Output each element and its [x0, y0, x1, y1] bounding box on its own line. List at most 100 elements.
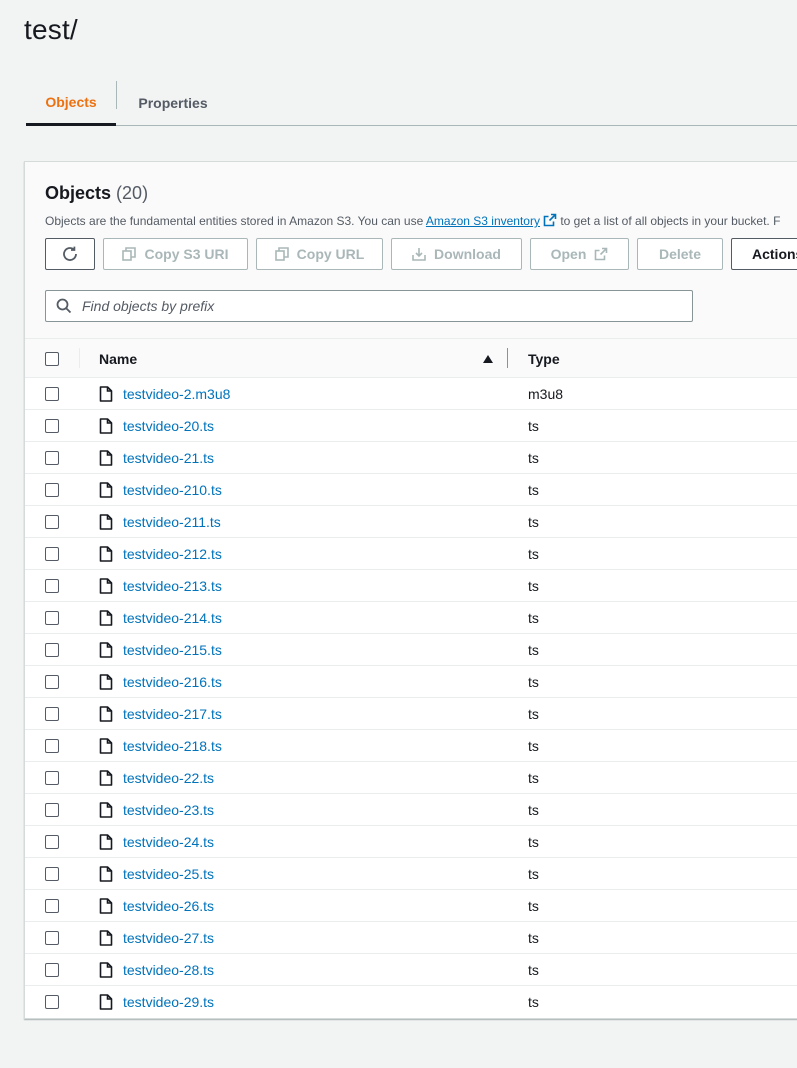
table-row[interactable]: testvideo-217.ts ts	[25, 698, 797, 730]
open-button[interactable]: Open	[530, 238, 629, 270]
object-type: ts	[528, 706, 539, 722]
row-checkbox[interactable]	[45, 899, 59, 913]
file-icon	[99, 994, 113, 1010]
object-name-link[interactable]: testvideo-211.ts	[123, 506, 221, 538]
column-divider	[79, 348, 80, 368]
row-checkbox[interactable]	[45, 739, 59, 753]
object-name-link[interactable]: testvideo-27.ts	[123, 922, 214, 954]
row-checkbox[interactable]	[45, 451, 59, 465]
object-name-link[interactable]: testvideo-21.ts	[123, 442, 214, 474]
object-type: ts	[528, 482, 539, 498]
object-name-link[interactable]: testvideo-2.m3u8	[123, 378, 230, 410]
object-name-link[interactable]: testvideo-26.ts	[123, 890, 214, 922]
select-all-cell	[45, 339, 59, 378]
row-checkbox[interactable]	[45, 867, 59, 881]
object-name-link[interactable]: testvideo-22.ts	[123, 762, 214, 794]
search-input[interactable]	[82, 292, 682, 320]
external-link-icon	[543, 213, 557, 227]
delete-button[interactable]: Delete	[637, 238, 723, 270]
table-row[interactable]: testvideo-2.m3u8 m3u8	[25, 378, 797, 410]
row-checkbox[interactable]	[45, 835, 59, 849]
file-icon	[99, 418, 113, 434]
copy-s3-uri-label: Copy S3 URI	[144, 246, 229, 262]
table-row[interactable]: testvideo-28.ts ts	[25, 954, 797, 986]
row-checkbox[interactable]	[45, 515, 59, 529]
tab-properties[interactable]: Properties	[118, 80, 228, 125]
row-checkbox[interactable]	[45, 419, 59, 433]
object-type: ts	[528, 450, 539, 466]
table-row[interactable]: testvideo-27.ts ts	[25, 922, 797, 954]
download-button[interactable]: Download	[391, 238, 522, 270]
s3-inventory-link[interactable]: Amazon S3 inventory	[426, 214, 540, 228]
object-name-link[interactable]: testvideo-217.ts	[123, 698, 222, 730]
table-row[interactable]: testvideo-218.ts ts	[25, 730, 797, 762]
object-name-link[interactable]: testvideo-28.ts	[123, 954, 214, 986]
row-checkbox[interactable]	[45, 483, 59, 497]
object-name-link[interactable]: testvideo-24.ts	[123, 826, 214, 858]
row-checkbox[interactable]	[45, 771, 59, 785]
objects-panel: Objects (20) Objects are the fundamental…	[24, 161, 797, 1019]
actions-button[interactable]: Actions	[731, 238, 797, 270]
row-checkbox[interactable]	[45, 547, 59, 561]
object-name-link[interactable]: testvideo-20.ts	[123, 410, 214, 442]
column-header-name[interactable]: Name	[99, 339, 137, 378]
file-icon	[99, 770, 113, 786]
column-header-type[interactable]: Type	[528, 339, 560, 378]
table-row[interactable]: testvideo-25.ts ts	[25, 858, 797, 890]
row-checkbox[interactable]	[45, 803, 59, 817]
object-type: ts	[528, 866, 539, 882]
table-row[interactable]: testvideo-213.ts ts	[25, 570, 797, 602]
table-row[interactable]: testvideo-210.ts ts	[25, 474, 797, 506]
sort-ascending-icon[interactable]	[482, 339, 494, 378]
table-row[interactable]: testvideo-29.ts ts	[25, 986, 797, 1018]
row-checkbox[interactable]	[45, 707, 59, 721]
row-checkbox[interactable]	[45, 579, 59, 593]
object-name-link[interactable]: testvideo-25.ts	[123, 858, 214, 890]
object-type: ts	[528, 898, 539, 914]
object-name-link[interactable]: testvideo-213.ts	[123, 570, 222, 602]
object-name-link[interactable]: testvideo-214.ts	[123, 602, 222, 634]
table-row[interactable]: testvideo-20.ts ts	[25, 410, 797, 442]
object-type: ts	[528, 578, 539, 594]
row-checkbox[interactable]	[45, 675, 59, 689]
object-name-link[interactable]: testvideo-218.ts	[123, 730, 222, 762]
copy-url-label: Copy URL	[296, 246, 365, 262]
table-row[interactable]: testvideo-24.ts ts	[25, 826, 797, 858]
row-checkbox[interactable]	[45, 643, 59, 657]
tab-objects[interactable]: Objects	[26, 80, 116, 126]
copy-url-button[interactable]: Copy URL	[256, 238, 383, 270]
object-name-link[interactable]: testvideo-29.ts	[123, 986, 214, 1018]
select-all-checkbox[interactable]	[45, 351, 59, 366]
file-icon	[99, 738, 113, 754]
row-checkbox[interactable]	[45, 387, 59, 401]
table-body: testvideo-2.m3u8 m3u8 testvideo-20.ts ts tes…	[25, 378, 797, 1018]
row-checkbox[interactable]	[45, 611, 59, 625]
object-name-link[interactable]: testvideo-210.ts	[123, 474, 222, 506]
table-row[interactable]: testvideo-214.ts ts	[25, 602, 797, 634]
object-name-link[interactable]: testvideo-215.ts	[123, 634, 222, 666]
file-icon	[99, 546, 113, 562]
object-name-link[interactable]: testvideo-23.ts	[123, 794, 214, 826]
table-row[interactable]: testvideo-23.ts ts	[25, 794, 797, 826]
row-checkbox[interactable]	[45, 931, 59, 945]
table-row[interactable]: testvideo-21.ts ts	[25, 442, 797, 474]
row-checkbox[interactable]	[45, 995, 59, 1009]
file-icon	[99, 706, 113, 722]
object-name-link[interactable]: testvideo-216.ts	[123, 666, 222, 698]
page-title: test/	[24, 14, 78, 45]
column-resize-handle[interactable]	[507, 348, 508, 368]
table-row[interactable]: testvideo-215.ts ts	[25, 634, 797, 666]
file-icon	[99, 962, 113, 978]
refresh-button[interactable]	[45, 238, 95, 270]
object-name-link[interactable]: testvideo-212.ts	[123, 538, 222, 570]
row-checkbox[interactable]	[45, 963, 59, 977]
table-row[interactable]: testvideo-216.ts ts	[25, 666, 797, 698]
table-row[interactable]: testvideo-26.ts ts	[25, 890, 797, 922]
copy-s3-uri-button[interactable]: Copy S3 URI	[103, 238, 248, 270]
description-suffix: to get a list of all objects in your buc…	[556, 214, 781, 228]
delete-label: Delete	[658, 246, 702, 262]
open-label: Open	[550, 246, 587, 262]
table-row[interactable]: testvideo-22.ts ts	[25, 762, 797, 794]
table-row[interactable]: testvideo-211.ts ts	[25, 506, 797, 538]
table-row[interactable]: testvideo-212.ts ts	[25, 538, 797, 570]
